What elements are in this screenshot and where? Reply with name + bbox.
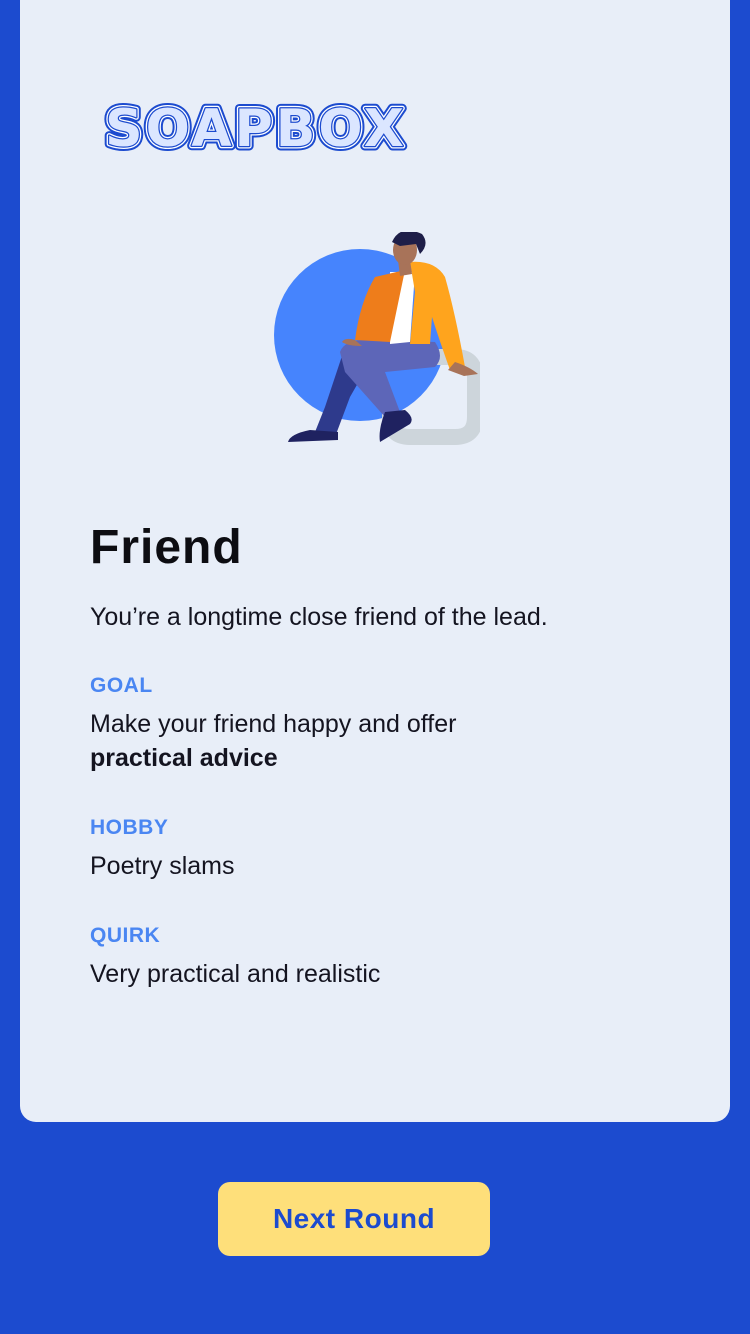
goal-emphasis: practical advice: [90, 744, 278, 772]
soapbox-logo: SOAPBOX SOAPBOX SOAPBOX SOAPBOX: [90, 95, 422, 164]
logo-fill: SOAPBOX: [105, 100, 407, 156]
hobby-label: HOBBY: [90, 816, 169, 839]
quirk-label: QUIRK: [90, 924, 161, 947]
goal-description: Make your friend happy and offer: [90, 710, 457, 738]
role-description: You’re a longtime close friend of the le…: [90, 603, 548, 631]
goal-text: Make your friend happy and offer practic…: [90, 707, 670, 775]
quirk-text: Very practical and realistic: [90, 960, 381, 988]
next-round-button[interactable]: Next Round: [218, 1182, 490, 1256]
role-title: Friend: [90, 521, 243, 574]
person-sitting-illustration: [250, 230, 483, 464]
hobby-text: Poetry slams: [90, 852, 235, 880]
role-card: SOAPBOX SOAPBOX SOAPBOX SOAPBOX Friend Y…: [20, 0, 730, 1122]
goal-label: GOAL: [90, 674, 153, 697]
